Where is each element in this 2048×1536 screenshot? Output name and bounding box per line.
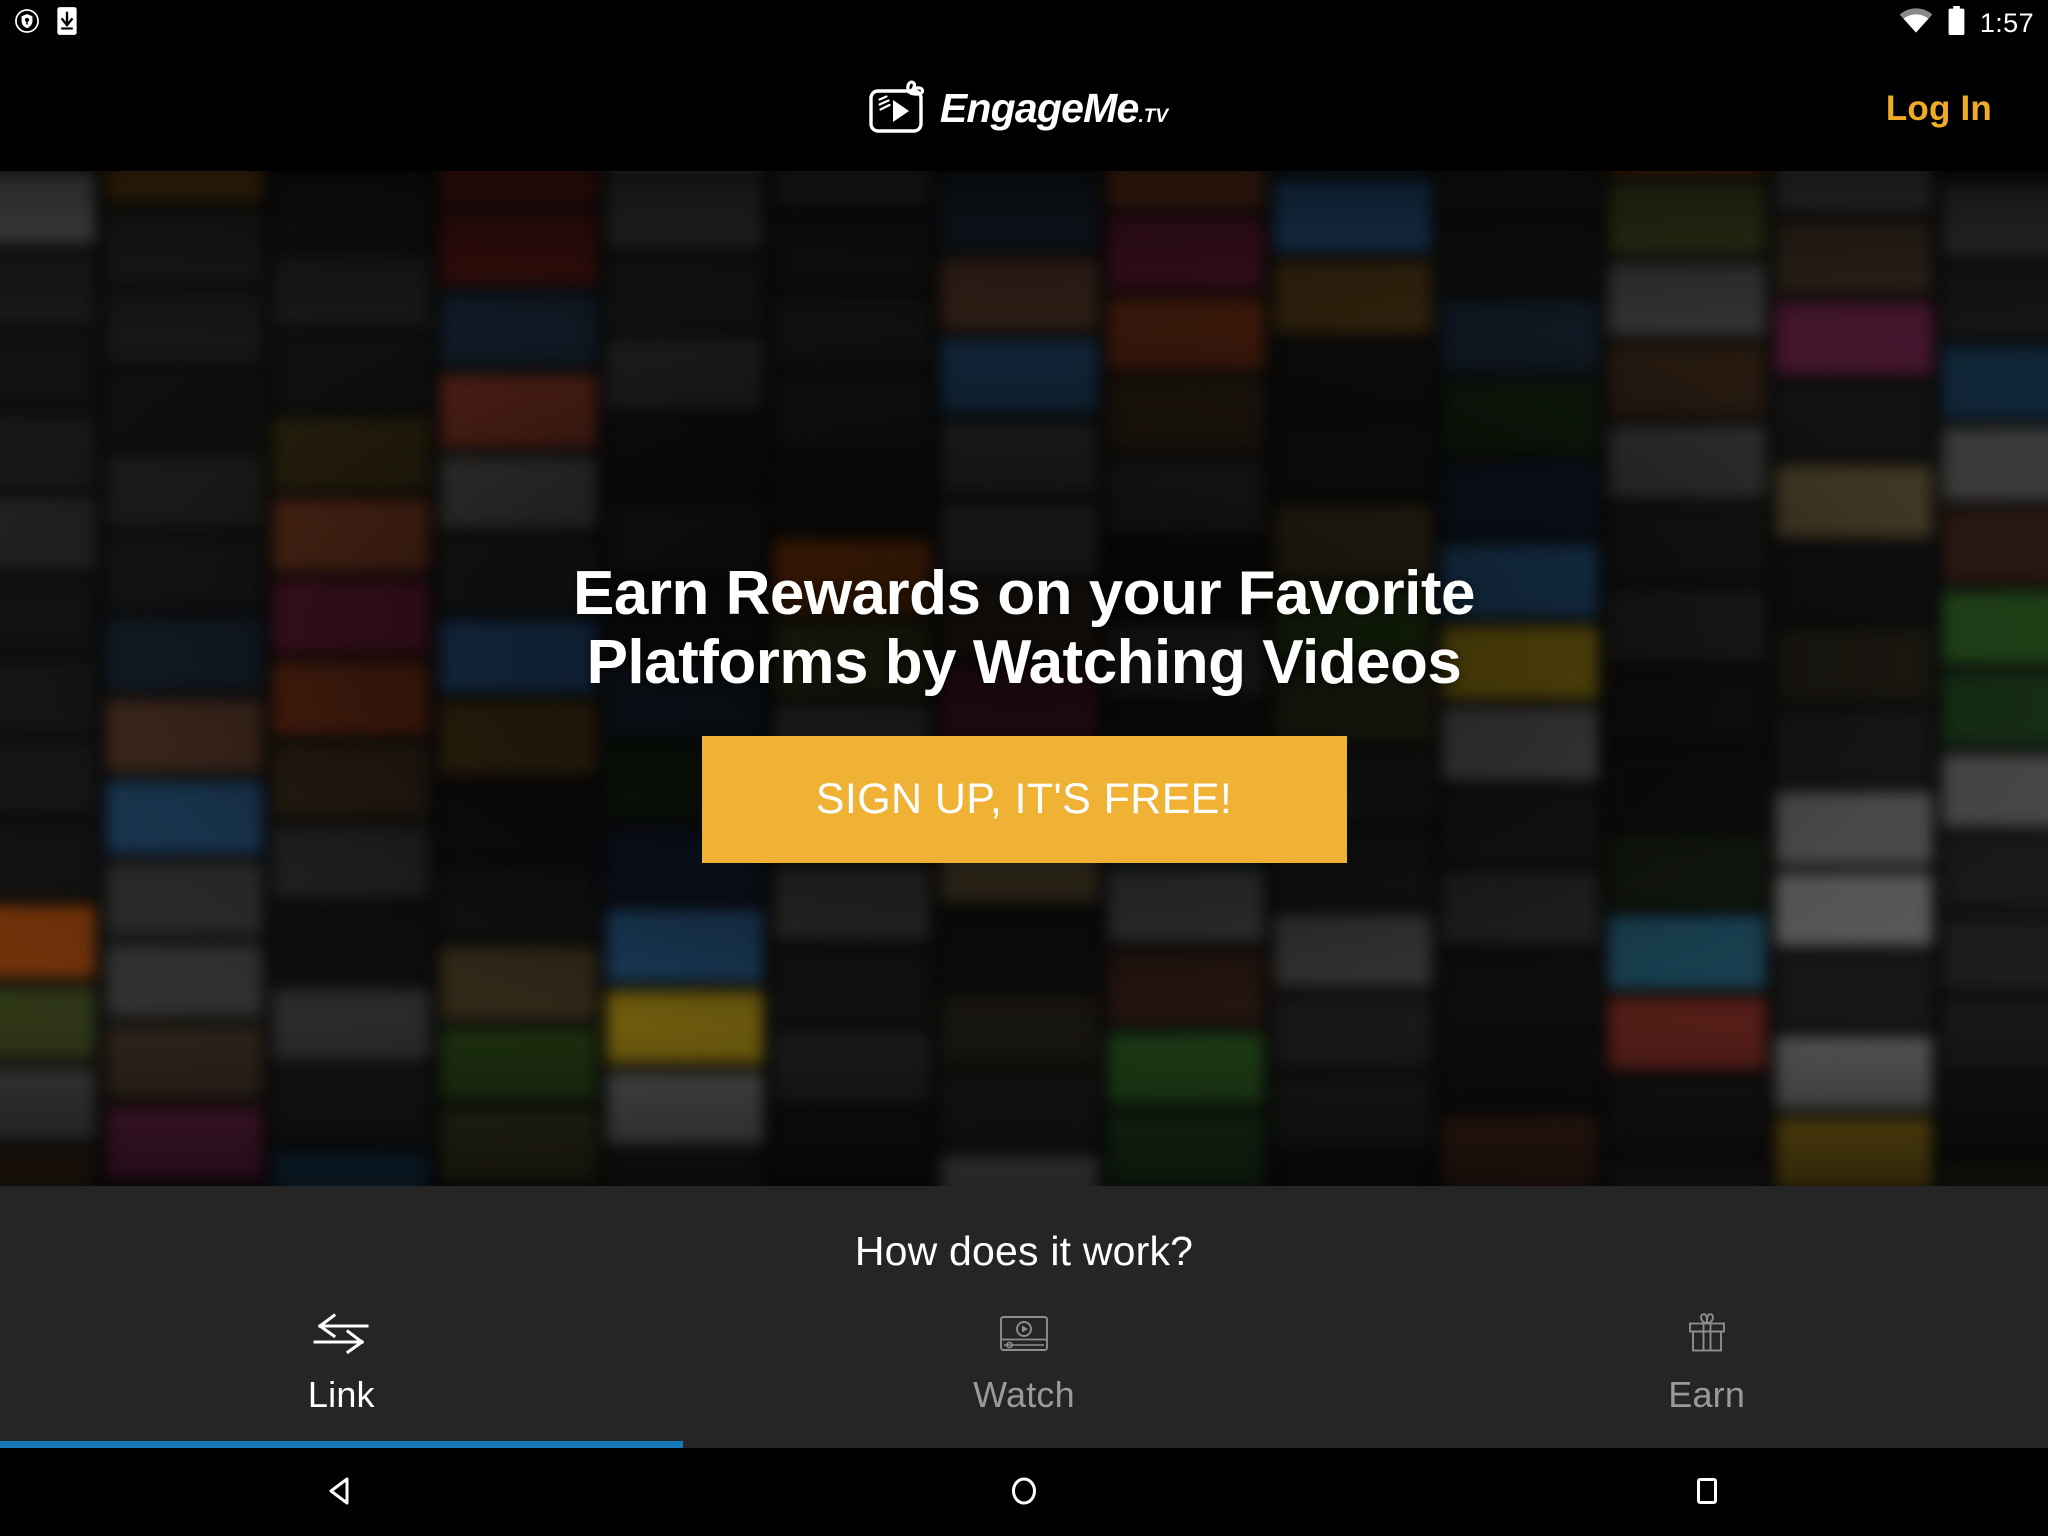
tab-watch-label: Watch — [973, 1374, 1075, 1415]
tab-earn-label: Earn — [1668, 1374, 1746, 1415]
active-tab-indicator — [0, 1441, 683, 1448]
status-bar-clock: 1:57 — [1979, 7, 2034, 38]
wifi-icon — [1899, 7, 1933, 39]
android-navigation-bar — [0, 1448, 2048, 1536]
how-it-works-title: How does it work? — [854, 1228, 1194, 1274]
tv-gift-play-logo-icon — [868, 77, 930, 140]
shield-key-icon — [14, 8, 40, 39]
tab-link[interactable]: Link — [0, 1308, 683, 1442]
status-bar-left-icons — [14, 6, 78, 41]
app-bar: EngageMe.TV Log In — [0, 46, 2048, 171]
tab-earn[interactable]: Earn — [1365, 1308, 2048, 1442]
hero-headline: Earn Rewards on your Favorite Platforms … — [573, 559, 1475, 698]
brand-tld: .TV — [1138, 106, 1169, 127]
home-button[interactable] — [683, 1471, 1366, 1514]
swap-arrows-icon — [310, 1308, 372, 1360]
login-button[interactable]: Log In — [1886, 89, 1992, 129]
how-it-works-section: How does it work? Link Watch Earn — [0, 1186, 2048, 1448]
tab-watch[interactable]: Watch — [683, 1308, 1366, 1442]
hero-content: Earn Rewards on your Favorite Platforms … — [0, 171, 2048, 863]
how-it-works-tabs: Link Watch Earn — [0, 1308, 2048, 1442]
signup-button[interactable]: SIGN UP, IT'S FREE! — [701, 735, 1347, 863]
brand-wordmark: EngageMe.TV — [940, 88, 1168, 129]
back-triangle-icon — [321, 1471, 361, 1514]
brand-logo[interactable]: EngageMe.TV — [868, 77, 1168, 140]
back-button[interactable] — [0, 1471, 683, 1514]
app-screen: 1:57 EngageMe.TV Log In Earn Rewards on … — [0, 0, 2048, 1536]
status-bar-right-icons: 1:57 — [1899, 5, 2034, 41]
home-circle-icon — [1004, 1471, 1044, 1514]
tab-link-label: Link — [307, 1374, 375, 1415]
device-download-icon — [56, 6, 78, 41]
brand-name: EngageMe — [939, 85, 1139, 131]
hero-section: Earn Rewards on your Favorite Platforms … — [0, 171, 2048, 1186]
battery-full-icon — [1947, 5, 1966, 41]
gift-box-icon — [1676, 1308, 1738, 1360]
recents-button[interactable] — [1365, 1471, 2048, 1514]
status-bar: 1:57 — [0, 0, 2048, 46]
recents-square-icon — [1687, 1471, 1727, 1514]
video-player-icon — [993, 1308, 1055, 1360]
